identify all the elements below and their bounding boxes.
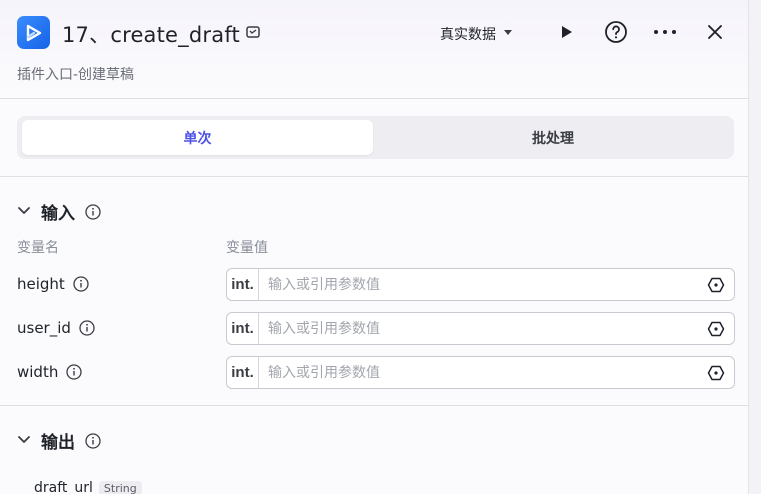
plugin-store-icon[interactable] — [245, 24, 261, 40]
input-section-toggle[interactable]: 输入 — [17, 199, 101, 224]
type-tag: int. — [227, 313, 259, 344]
plugin-logo-icon — [17, 16, 50, 49]
output-section-toggle[interactable]: 输出 — [17, 428, 101, 453]
help-icon[interactable] — [603, 19, 629, 45]
width-input[interactable] — [259, 357, 698, 388]
info-icon[interactable] — [79, 320, 95, 336]
close-icon[interactable] — [702, 19, 728, 45]
param-label-user-id: user_id — [17, 319, 95, 337]
plugin-test-panel: 17、create_draft 插件入口-创建草稿 真实数据 单次 批处理 输入… — [0, 0, 749, 494]
variable-reference-icon[interactable] — [698, 357, 734, 388]
type-badge: String — [98, 480, 142, 494]
input-section-title: 输入 — [41, 204, 75, 224]
run-button[interactable] — [553, 19, 579, 45]
info-icon[interactable] — [66, 364, 83, 380]
param-label-height: height — [17, 275, 89, 293]
param-input-width: int. — [226, 356, 735, 389]
tab-batch-run[interactable]: 批处理 — [377, 120, 729, 155]
chevron-down-icon — [17, 202, 31, 222]
output-section-title: 输出 — [41, 433, 75, 453]
param-name: user_id — [17, 319, 71, 337]
more-options-icon[interactable] — [652, 19, 678, 45]
output-param-row: draft_url String — [34, 480, 142, 494]
user-id-input[interactable] — [259, 313, 698, 344]
data-source-label: 真实数据 — [440, 27, 496, 43]
caret-down-icon — [502, 26, 514, 42]
chevron-down-icon — [17, 431, 31, 451]
param-input-height: int. — [226, 268, 735, 301]
param-label-width: width — [17, 363, 83, 381]
height-input[interactable] — [259, 269, 698, 300]
tab-single-run[interactable]: 单次 — [22, 120, 373, 155]
page-title: 17、create_draft — [62, 23, 240, 47]
type-tag: int. — [227, 269, 259, 300]
variable-reference-icon[interactable] — [698, 313, 734, 344]
data-source-select[interactable]: 真实数据 — [440, 24, 514, 44]
param-input-user-id: int. — [226, 312, 735, 345]
section-divider — [0, 405, 748, 406]
info-icon[interactable] — [73, 276, 89, 292]
output-param-name: draft_url — [34, 480, 93, 494]
page-subtitle: 插件入口-创建草稿 — [17, 67, 135, 83]
info-icon[interactable] — [85, 432, 101, 449]
variable-reference-icon[interactable] — [698, 269, 734, 300]
column-header-value: 变量值 — [226, 240, 268, 256]
info-icon[interactable] — [85, 203, 101, 220]
section-divider — [0, 176, 748, 177]
panel-header: 17、create_draft 插件入口-创建草稿 真实数据 — [0, 0, 748, 99]
run-mode-tabs: 单次 批处理 — [17, 116, 734, 159]
param-name: width — [17, 363, 59, 381]
type-tag: int. — [227, 357, 259, 388]
column-header-name: 变量名 — [17, 240, 59, 256]
param-name: height — [17, 275, 65, 293]
